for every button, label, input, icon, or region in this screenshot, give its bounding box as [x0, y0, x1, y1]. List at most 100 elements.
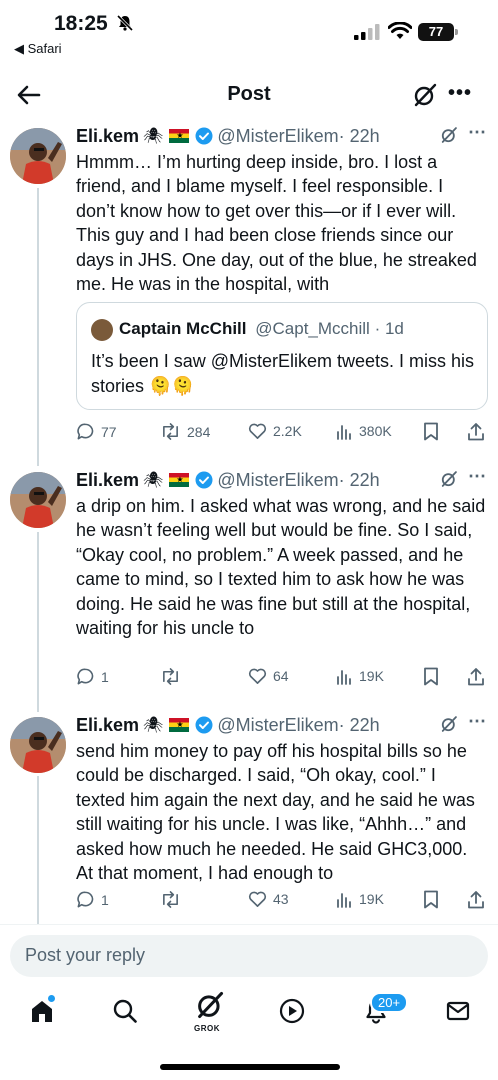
- cellular-signal-icon: [354, 24, 380, 40]
- author-name[interactable]: Eli.kem: [76, 470, 139, 491]
- quote-author-name: Captain McChill: [119, 319, 247, 338]
- bell-muted-icon: [116, 14, 134, 32]
- avatar[interactable]: [10, 472, 66, 528]
- bookmark-icon[interactable]: [423, 422, 439, 441]
- share-icon[interactable]: [467, 667, 485, 686]
- more-options-icon[interactable]: ⋯: [468, 466, 486, 487]
- analytics-icon: [337, 425, 351, 440]
- reply-count: 1: [101, 891, 109, 908]
- repost-icon: [163, 668, 178, 685]
- home-indicator[interactable]: [160, 1064, 340, 1070]
- tweet[interactable]: Eli.kem 🕷 ★ @MisterElikem · 22h ⋯ Hmmm… …: [0, 122, 498, 454]
- spider-icon: 🕷: [143, 717, 164, 734]
- share-icon[interactable]: [467, 422, 485, 441]
- tweet-text: Hmmm… I’m hurting deep inside, bro. I lo…: [76, 152, 477, 295]
- spider-icon: 🕷: [143, 472, 164, 489]
- reply-count: 77: [101, 423, 117, 440]
- reply-button[interactable]: 1: [76, 890, 109, 909]
- avatar-image: [10, 128, 66, 184]
- wifi-icon: [388, 22, 412, 39]
- like-button[interactable]: 2.2K: [248, 422, 302, 440]
- author-name[interactable]: Eli.kem: [76, 715, 139, 736]
- repost-button[interactable]: [160, 667, 187, 686]
- quote-text: It’s been I saw @MisterElikem tweets. I …: [91, 349, 476, 399]
- share-icon[interactable]: [467, 890, 485, 909]
- messages-mail-icon[interactable]: [445, 998, 471, 1024]
- video-play-icon[interactable]: [279, 998, 305, 1024]
- grok-icon[interactable]: [440, 470, 458, 488]
- reply-count: 1: [101, 668, 109, 685]
- tweet-actions: 77 284 2.2K 380K: [76, 422, 488, 446]
- search-icon[interactable]: [112, 998, 138, 1024]
- author-handle[interactable]: @MisterElikem: [217, 470, 338, 491]
- like-button[interactable]: 64: [248, 667, 289, 685]
- reply-button[interactable]: 77: [76, 422, 117, 441]
- bookmark-icon[interactable]: [423, 667, 439, 686]
- back-to-safari[interactable]: ◀ Safari: [14, 41, 62, 57]
- like-count: 2.2K: [273, 423, 302, 439]
- repost-button[interactable]: 284: [160, 422, 210, 441]
- status-bar: 18:25 ◀ Safari 77: [0, 0, 498, 60]
- author-handle[interactable]: @MisterElikem: [217, 715, 338, 736]
- tweet-actions: 1 64 19K: [76, 667, 488, 691]
- like-button[interactable]: 43: [248, 890, 289, 908]
- avatar-image: [10, 717, 66, 773]
- reply-input[interactable]: Post your reply: [10, 935, 488, 977]
- tweet[interactable]: Eli.kem 🕷 ★ @MisterElikem · 22h ⋯ a drip…: [0, 466, 498, 696]
- repost-button[interactable]: [160, 890, 187, 909]
- repost-count: 284: [187, 423, 211, 440]
- grok-icon[interactable]: [440, 715, 458, 733]
- post-header: Post •••: [0, 70, 498, 120]
- ghana-flag-icon: ★: [169, 473, 190, 487]
- repost-icon: [163, 891, 178, 908]
- views-button[interactable]: 380K: [336, 422, 392, 440]
- home-unread-dot: [48, 995, 55, 1002]
- battery-tip: [455, 29, 458, 35]
- reply-icon: [77, 423, 94, 440]
- more-options-icon[interactable]: •••: [448, 82, 472, 105]
- tweet[interactable]: Eli.kem 🕷 ★ @MisterElikem · 22h ⋯ send h…: [0, 711, 498, 923]
- more-options-icon[interactable]: ⋯: [468, 711, 486, 732]
- quote-header: Captain McChill @Capt_Mcchill · 1d: [119, 319, 404, 339]
- author-handle[interactable]: @MisterElikem: [217, 126, 338, 147]
- grok-icon[interactable]: [440, 126, 458, 144]
- clock: 18:25: [54, 12, 108, 35]
- quote-author-handle: @Capt_Mcchill: [255, 319, 370, 338]
- avatar[interactable]: [10, 717, 66, 773]
- notifications-badge: 20+: [370, 992, 409, 1013]
- bottom-nav: GROK 20+: [0, 986, 498, 1046]
- battery-indicator: 77: [418, 23, 454, 41]
- tweet-text: send him money to pay off his hospital b…: [76, 741, 475, 884]
- author-name[interactable]: Eli.kem: [76, 126, 139, 147]
- heart-icon: [248, 423, 267, 439]
- tweet-actions: 1 43 19K: [76, 890, 488, 914]
- reply-bar: Post your reply: [0, 924, 498, 986]
- melting-face-emoji: 🫠🫠: [149, 376, 194, 396]
- grok-icon[interactable]: [195, 990, 225, 1020]
- heart-icon: [248, 668, 267, 684]
- verified-badge-icon: [195, 471, 213, 489]
- avatar-image: [10, 472, 66, 528]
- reply-icon: [77, 668, 94, 685]
- grok-label: GROK: [194, 1024, 220, 1033]
- post-time: · 22h: [338, 469, 380, 490]
- like-count: 43: [273, 891, 289, 907]
- tweet-header: Eli.kem 🕷 ★ @MisterElikem · 22h: [76, 468, 380, 492]
- quoted-tweet[interactable]: Captain McChill @Capt_Mcchill · 1d It’s …: [76, 302, 488, 410]
- views-button[interactable]: 19K: [336, 667, 384, 685]
- avatar[interactable]: [10, 128, 66, 184]
- heart-icon: [248, 891, 267, 907]
- verified-badge-icon: [195, 127, 213, 145]
- spider-icon: 🕷: [143, 128, 164, 145]
- reply-button[interactable]: 1: [76, 667, 109, 686]
- view-count: 19K: [359, 891, 384, 907]
- grok-icon[interactable]: [412, 82, 438, 108]
- more-options-icon[interactable]: ⋯: [468, 122, 486, 143]
- post-time: · 22h: [338, 714, 380, 735]
- analytics-icon: [337, 670, 351, 685]
- bookmark-icon[interactable]: [423, 890, 439, 909]
- like-count: 64: [273, 668, 289, 684]
- quote-time: · 1d: [374, 319, 404, 338]
- reply-icon: [77, 891, 94, 908]
- views-button[interactable]: 19K: [336, 890, 384, 908]
